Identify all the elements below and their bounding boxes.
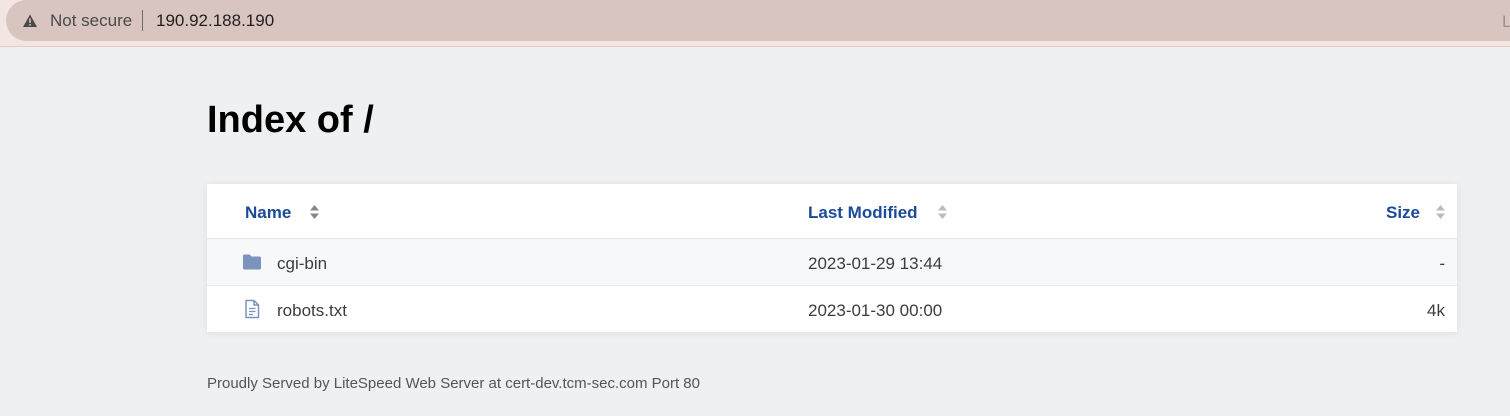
entry-size: 4k xyxy=(1427,301,1445,320)
truncated-toolbar-text: L xyxy=(1502,12,1510,31)
entry-size: - xyxy=(1439,254,1445,273)
security-status-label[interactable]: Not secure xyxy=(50,11,132,31)
entry-modified-date: 2023-01-30 00:00 xyxy=(808,301,943,320)
sort-icon[interactable] xyxy=(938,205,947,219)
entry-name-link[interactable]: cgi-bin xyxy=(277,254,327,274)
sort-icon[interactable] xyxy=(310,205,319,219)
address-divider xyxy=(142,10,143,31)
folder-icon xyxy=(243,254,261,270)
browser-toolbar: Not secure 190.92.188.190 L xyxy=(0,0,1510,47)
url-text[interactable]: 190.92.188.190 xyxy=(156,11,274,31)
file-listing-table: Name Last Modified Size cgi-bin 2023-01-… xyxy=(207,184,1457,332)
page-title: Index of / xyxy=(207,99,374,141)
name-column-header[interactable]: Name xyxy=(245,203,291,223)
entry-name-link[interactable]: robots.txt xyxy=(277,301,347,321)
table-row[interactable]: cgi-bin 2023-01-29 13:44 - xyxy=(207,239,1457,286)
entry-modified-date: 2023-01-29 13:44 xyxy=(808,254,943,273)
last-modified-column-header[interactable]: Last Modified xyxy=(808,203,918,223)
table-header: Name Last Modified Size xyxy=(207,184,1457,239)
warning-icon[interactable] xyxy=(22,13,38,29)
sort-icon[interactable] xyxy=(1436,205,1445,219)
file-text-icon xyxy=(245,299,260,319)
table-row[interactable]: robots.txt 2023-01-30 00:00 4k xyxy=(207,286,1457,332)
server-footer: Proudly Served by LiteSpeed Web Server a… xyxy=(207,375,700,392)
size-column-header[interactable]: Size xyxy=(1386,203,1420,223)
